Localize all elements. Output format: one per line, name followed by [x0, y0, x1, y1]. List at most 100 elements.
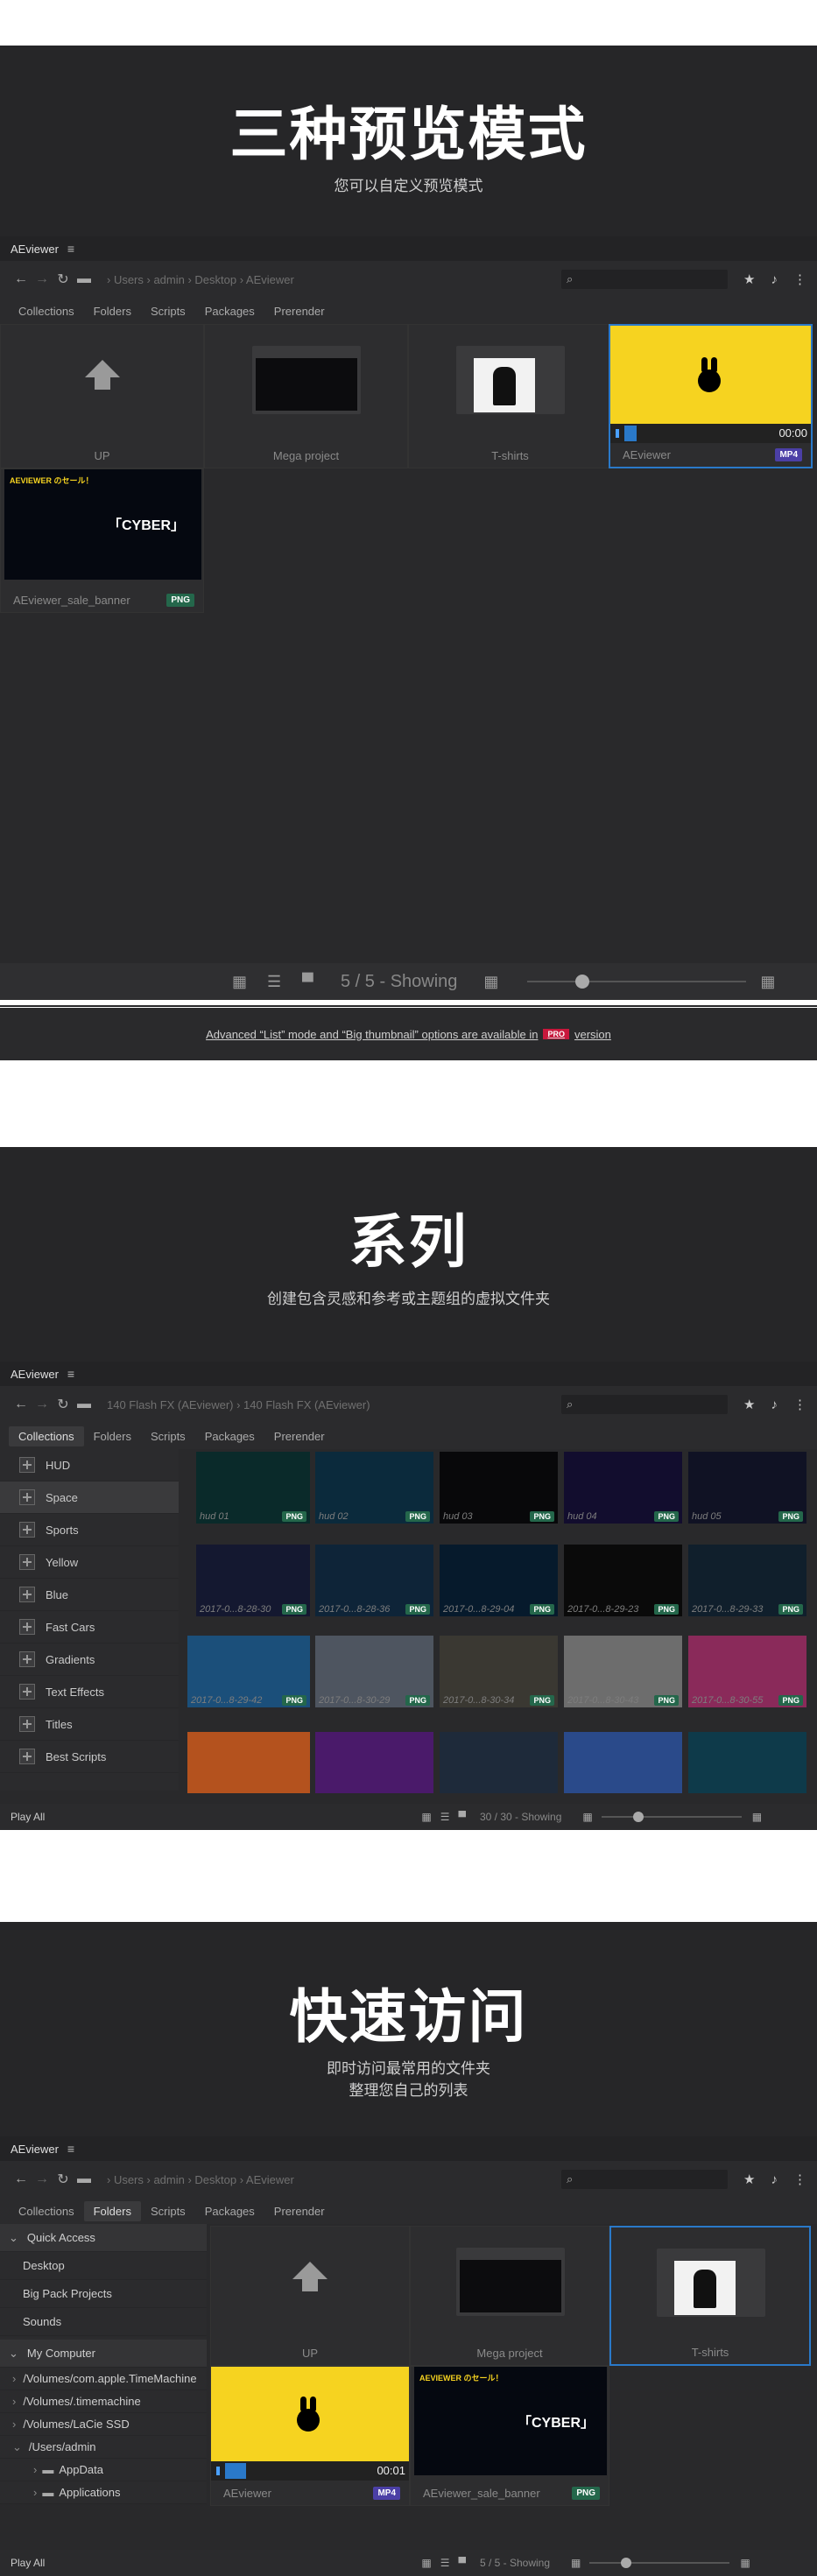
tab-collections[interactable]: Collections — [9, 1425, 84, 1446]
chevron-right-icon[interactable]: › — [33, 2486, 37, 2499]
card-aeviewer-video[interactable]: 00:01 AEviewer MP4 — [210, 2366, 410, 2506]
collapse-icon[interactable]: ⌄ — [9, 2347, 18, 2361]
play-icon[interactable] — [616, 429, 619, 438]
card-up[interactable]: UP — [210, 2226, 410, 2366]
thumbnail-tile[interactable] — [315, 1732, 433, 1793]
more-icon[interactable]: ⋮ — [793, 1397, 806, 1412]
thumbnail-tile[interactable]: hud 03 PNG — [440, 1452, 558, 1524]
zoom-slider[interactable] — [601, 1812, 742, 1822]
play-icon[interactable] — [216, 2467, 220, 2475]
grid-view-icon[interactable]: ▦ — [421, 2557, 431, 2569]
thumbnail-tile[interactable]: 2017-0...8-30-43 PNG — [564, 1636, 682, 1707]
card-mega-project[interactable]: Mega project — [204, 324, 408, 468]
thumbnail-tile[interactable]: 2017-0...8-29-23 PNG — [564, 1545, 682, 1616]
breadcrumb[interactable]: › Users › admin › Desktop › AEviewer — [107, 2173, 294, 2186]
add-icon[interactable] — [19, 1619, 35, 1635]
card-aeviewer-video[interactable]: 00:00 AEviewer MP4 — [609, 324, 813, 468]
quick-access-header[interactable]: ⌄ Quick Access — [0, 2224, 207, 2252]
add-icon[interactable] — [19, 1522, 35, 1538]
back-arrow-icon[interactable]: ← — [11, 2171, 32, 2187]
computer-item[interactable]: › /Volumes/com.apple.TimeMachine — [0, 2368, 207, 2390]
add-icon[interactable] — [19, 1554, 35, 1570]
folder-icon[interactable]: ▬ — [74, 271, 95, 287]
big-thumbnail-view-icon[interactable]: ▀ — [458, 2557, 466, 2569]
add-icon[interactable] — [19, 1749, 35, 1764]
card-sale-banner[interactable]: AEVIEWER のセール！ 「CYBER」 AEviewer_sale_ban… — [0, 468, 204, 613]
pro-promo-bar[interactable]: Advanced “List” mode and “Big thumbnail”… — [0, 1008, 817, 1060]
tab-scripts[interactable]: Scripts — [141, 301, 195, 321]
breadcrumb[interactable]: 140 Flash FX (AEviewer) › 140 Flash FX (… — [107, 1398, 370, 1411]
grid-view-icon[interactable]: ▦ — [232, 973, 253, 990]
more-icon[interactable]: ⋮ — [793, 2171, 806, 2187]
thumbnail-tile[interactable]: hud 05 PNG — [688, 1452, 806, 1524]
list-view-icon[interactable]: ☰ — [267, 973, 288, 990]
zoom-slider-knob[interactable] — [575, 975, 590, 989]
collection-item-blue[interactable]: Blue — [0, 1579, 179, 1611]
collection-item-best-scripts[interactable]: Best Scripts — [0, 1741, 179, 1773]
star-icon[interactable]: ★ — [743, 2171, 755, 2187]
tab-packages[interactable]: Packages — [195, 2201, 264, 2221]
chevron-down-icon[interactable]: ⌄ — [12, 2440, 22, 2454]
search-input[interactable]: ⌕ — [561, 270, 729, 289]
thumbnail-tile[interactable]: 2017-0...8-28-36 PNG — [315, 1545, 433, 1616]
tab-prerender[interactable]: Prerender — [264, 2201, 335, 2221]
computer-item[interactable]: › ▬ AppData — [0, 2459, 207, 2481]
chevron-right-icon[interactable]: › — [12, 2372, 16, 2385]
refresh-icon[interactable]: ↻ — [53, 1396, 74, 1413]
forward-arrow-icon[interactable]: → — [32, 271, 53, 287]
small-grid-icon[interactable]: ▦ — [582, 1811, 592, 1823]
chevron-right-icon[interactable]: › — [12, 2395, 16, 2408]
thumbnail-tile[interactable]: hud 01 PNG — [196, 1452, 310, 1524]
bell-icon[interactable]: ♪ — [771, 272, 778, 287]
star-icon[interactable]: ★ — [743, 271, 755, 287]
tab-packages[interactable]: Packages — [195, 301, 264, 321]
add-icon[interactable] — [19, 1489, 35, 1505]
computer-item[interactable]: › ▬ Applications — [0, 2481, 207, 2504]
thumbnail-tile[interactable]: 2017-0...8-29-42 PNG — [187, 1636, 310, 1707]
thumbnail-tile[interactable]: 2017-0...8-30-34 PNG — [440, 1636, 558, 1707]
refresh-icon[interactable]: ↻ — [53, 2171, 74, 2188]
large-grid-icon[interactable]: ▦ — [752, 1811, 762, 1823]
zoom-slider[interactable] — [589, 2558, 730, 2568]
thumbnail-tile[interactable] — [440, 1732, 558, 1793]
add-icon[interactable] — [19, 1457, 35, 1473]
forward-arrow-icon[interactable]: → — [32, 2171, 53, 2187]
big-thumbnail-view-icon[interactable]: ▀ — [302, 973, 323, 990]
card-sale-banner[interactable]: AEVIEWER のセール！ 「CYBER」 AEviewer_sale_ban… — [410, 2366, 609, 2506]
card-t-shirts[interactable]: T-shirts — [408, 324, 612, 468]
thumbnail-tile[interactable] — [564, 1732, 682, 1793]
small-grid-icon[interactable]: ▦ — [483, 973, 504, 990]
play-all-button[interactable]: Play All — [11, 2557, 45, 2569]
forward-arrow-icon[interactable]: → — [32, 1397, 53, 1412]
tab-folders[interactable]: Folders — [84, 301, 141, 321]
chevron-right-icon[interactable]: › — [33, 2463, 37, 2476]
tab-collections[interactable]: Collections — [9, 2201, 84, 2221]
hamburger-menu-icon[interactable]: ≡ — [67, 242, 74, 256]
collection-item-hud[interactable]: HUD — [0, 1449, 179, 1482]
add-icon[interactable] — [19, 1716, 35, 1732]
computer-item[interactable]: › /Volumes/LaCie SSD — [0, 2413, 207, 2436]
list-view-icon[interactable]: ☰ — [440, 1811, 450, 1823]
search-input[interactable]: ⌕ — [561, 1395, 729, 1414]
collapse-icon[interactable]: ⌄ — [9, 2231, 18, 2245]
folder-icon[interactable]: ▬ — [74, 1397, 95, 1412]
folder-icon[interactable]: ▬ — [74, 2171, 95, 2187]
card-t-shirts[interactable]: T-shirts — [609, 2226, 811, 2366]
quick-access-item-sounds[interactable]: Sounds — [0, 2308, 207, 2336]
collection-item-titles[interactable]: Titles — [0, 1708, 179, 1741]
thumbnail-tile[interactable]: 2017-0...8-30-29 PNG — [315, 1636, 433, 1707]
collection-item-text-effects[interactable]: Text Effects — [0, 1676, 179, 1708]
tab-collections[interactable]: Collections — [9, 301, 84, 321]
hamburger-menu-icon[interactable]: ≡ — [67, 1367, 74, 1381]
thumbnail-tile[interactable]: 2017-0...8-28-30 PNG — [196, 1545, 310, 1616]
bell-icon[interactable]: ♪ — [771, 2172, 778, 2187]
computer-item[interactable]: › /Volumes/.timemachine — [0, 2390, 207, 2413]
card-mega-project[interactable]: Mega project — [410, 2226, 609, 2366]
tab-folders[interactable]: Folders — [83, 2200, 141, 2221]
play-all-button[interactable]: Play All — [11, 1811, 45, 1823]
thumbnail-tile[interactable]: hud 02 PNG — [315, 1452, 433, 1524]
quick-access-item-desktop[interactable]: Desktop — [0, 2252, 207, 2280]
thumbnail-tile[interactable]: 2017-0...8-29-04 PNG — [440, 1545, 558, 1616]
add-icon[interactable] — [19, 1587, 35, 1602]
collection-item-yellow[interactable]: Yellow — [0, 1546, 179, 1579]
